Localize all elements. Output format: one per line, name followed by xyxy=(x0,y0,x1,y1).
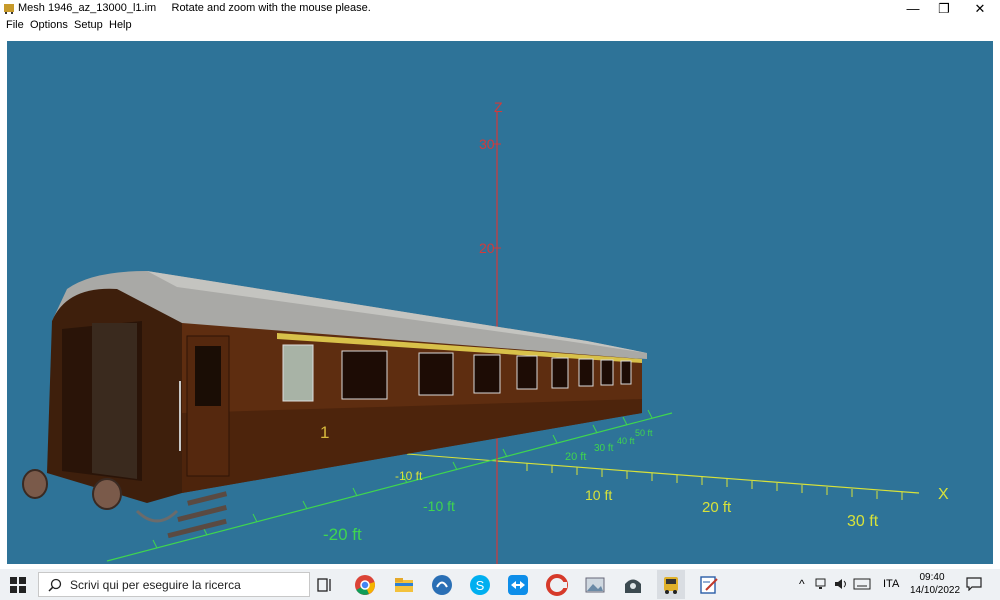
close-button[interactable]: ✕ xyxy=(963,0,997,17)
y-tick-minus20ft: -20 ft xyxy=(323,525,362,544)
network-icon[interactable] xyxy=(815,578,829,590)
menu-help[interactable]: Help xyxy=(109,19,132,31)
taskbar-search-box[interactable]: Scrivi qui per eseguire la ricerca xyxy=(38,572,310,597)
volume-icon[interactable] xyxy=(834,577,848,591)
taskbar-clock[interactable]: 09:40 14/10/2022 xyxy=(910,571,961,597)
clock-date: 14/10/2022 xyxy=(910,585,961,596)
menu-bar: File Options Setup Help xyxy=(0,17,1000,34)
bus-icon[interactable] xyxy=(659,573,683,597)
app-icon xyxy=(4,4,14,14)
chrome-icon[interactable] xyxy=(353,573,377,597)
restore-button[interactable]: ❐ xyxy=(927,0,961,17)
window-message: Rotate and zoom with the mouse please. xyxy=(171,2,371,14)
title-bar: Mesh 1946_az_13000_l1.im Rotate and zoom… xyxy=(0,0,1000,17)
teamviewer-icon[interactable] xyxy=(506,573,530,597)
language-indicator[interactable]: ITA xyxy=(883,578,899,590)
notification-icon[interactable] xyxy=(966,577,982,591)
clock-time: 09:40 xyxy=(919,572,945,583)
search-icon xyxy=(48,578,62,592)
x-tick-20ft: 20 ft xyxy=(702,499,732,516)
y-tick-minus10ft: -10 ft xyxy=(423,498,455,514)
railway-carriage-model xyxy=(22,271,647,539)
window-title: Mesh 1946_az_13000_l1.im Rotate and zoom… xyxy=(18,2,371,14)
windows-start-icon[interactable] xyxy=(10,577,26,593)
keyboard-icon[interactable] xyxy=(853,578,871,590)
x-tick-30ft: 30 ft xyxy=(847,513,879,530)
skype-icon[interactable]: S xyxy=(468,573,492,597)
svg-text:S: S xyxy=(476,578,485,593)
task-view-icon[interactable] xyxy=(313,573,337,597)
minimize-button[interactable]: — xyxy=(896,0,930,17)
y-tick-50ft: 50 ft xyxy=(635,428,653,438)
editor-icon[interactable] xyxy=(697,573,721,597)
menu-setup[interactable]: Setup xyxy=(74,19,103,31)
x-axis-label: X xyxy=(938,486,949,503)
x-axis-line xyxy=(406,453,920,494)
menu-file[interactable]: File xyxy=(6,19,24,31)
search-placeholder: Scrivi qui per eseguire la ricerca xyxy=(70,578,241,592)
file-explorer-icon[interactable] xyxy=(392,573,416,597)
photos-icon[interactable] xyxy=(583,573,607,597)
mesh-viewport[interactable]: Z 30 20 X 10 ft 20 ft 30 ft -20 ft -10 f… xyxy=(7,41,993,564)
z-tick-20: 20 xyxy=(479,240,495,256)
x-tick-10ft: 10 ft xyxy=(585,487,613,503)
y-tick-30ft: 30 ft xyxy=(594,443,614,454)
x-axis-ticks xyxy=(526,463,903,500)
x-tick-minus10ft: -10 ft xyxy=(395,469,423,483)
taskbar: Scrivi qui per eseguire la ricerca S ^ I… xyxy=(0,569,1000,600)
trainz-icon[interactable] xyxy=(621,573,645,597)
y-tick-40ft: 40 ft xyxy=(617,436,635,446)
tray-chevron-up-icon[interactable]: ^ xyxy=(799,577,805,591)
menu-options[interactable]: Options xyxy=(30,19,68,31)
z-axis-label: Z xyxy=(494,99,503,115)
app-blue-icon[interactable] xyxy=(430,573,454,597)
mesh-scene[interactable] xyxy=(7,41,993,564)
ccleaner-icon[interactable] xyxy=(545,573,569,597)
z-tick-30: 30 xyxy=(479,136,495,152)
y-tick-20ft: 20 ft xyxy=(565,451,587,463)
car-class-number: 1 xyxy=(320,423,330,442)
window-filename: Mesh 1946_az_13000_l1.im xyxy=(18,2,157,14)
